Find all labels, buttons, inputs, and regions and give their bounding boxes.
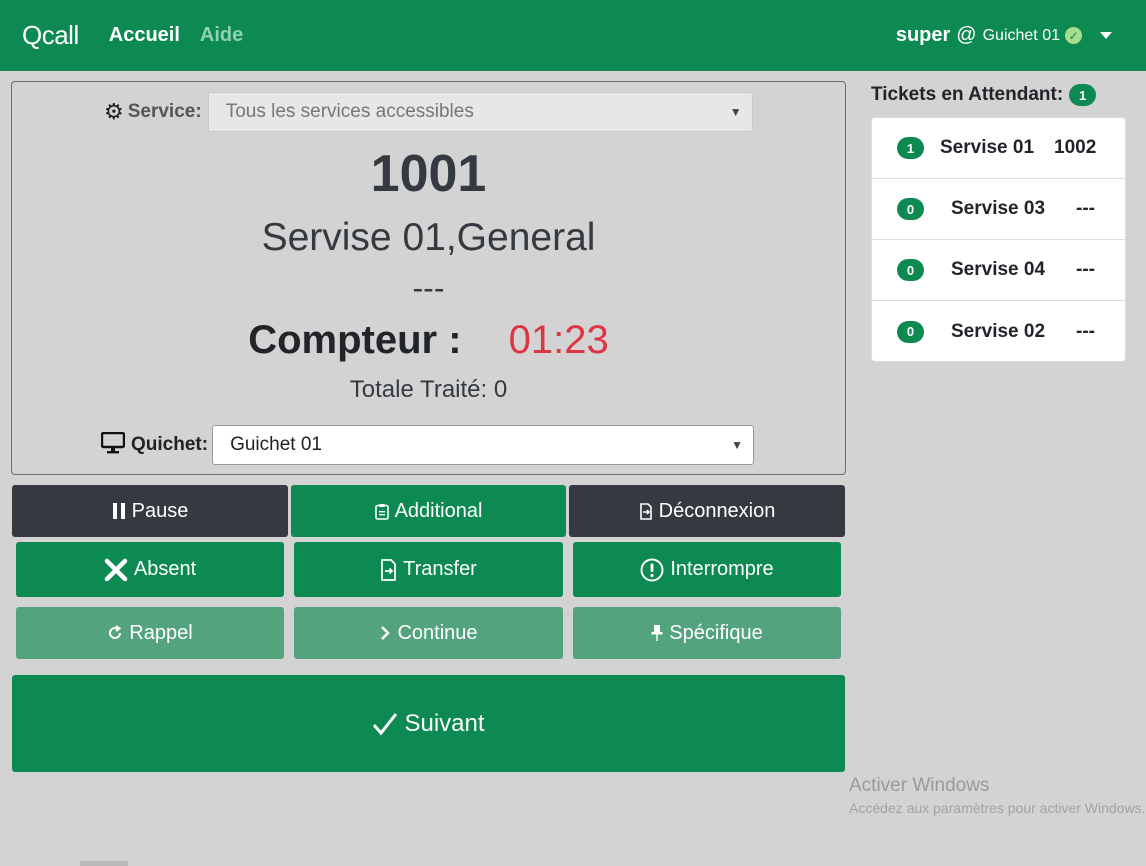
additional-button[interactable]: Additional [291,485,566,537]
absent-button[interactable]: Absent [16,542,284,597]
queue-count-badge: 0 [897,198,924,220]
current-ticket-service: Servise 01,General [261,216,596,259]
current-ticket-number: 1001 [370,145,487,203]
queue-count-badge: 0 [897,320,924,343]
chevron-right-icon [379,625,391,641]
queue-service-name: Servise 02 [951,320,1046,342]
pause-icon [112,503,126,519]
user-name: super [895,24,951,46]
nav-aide[interactable]: Aide [200,24,243,47]
interrompre-button[interactable]: Interrompre [573,542,841,597]
queue-item[interactable]: 0 Servise 03 --- [872,179,1125,240]
counter-value: 01:23 [508,318,609,362]
suivant-button-label: Suivant [404,709,485,737]
refresh-icon [107,625,123,641]
chevron-down-icon: ▼ [731,438,744,452]
additional-button-label: Additional [394,499,483,522]
queue-count-badge: 1 [897,137,924,159]
check-icon [372,712,398,736]
pause-button-label: Pause [131,499,189,522]
ticket-panel: ⚙ Service: Tous les services accessibles… [11,81,846,475]
file-export-icon [639,502,653,520]
queue-service-name: Servise 03 [951,198,1046,219]
monitor-icon [100,431,126,459]
service-row: ⚙ Service: Tous les services accessibles… [104,92,753,132]
queue-item[interactable]: 1 Servise 01 1002 [872,118,1125,179]
user-menu[interactable]: super @ Guichet 01 ✓ [896,24,1112,47]
totale-traite: Totale Traité: 0 [349,376,508,403]
queue-service-name: Servise 04 [951,259,1046,280]
queue-service-name: Servise 01 [940,137,1035,158]
bottom-tab-indicator [80,861,128,866]
pause-button[interactable]: Pause [12,485,288,537]
quichet-label: Quichet: [131,434,209,455]
activation-watermark-title: Activer Windows [849,775,990,796]
file-arrow-icon [380,558,397,581]
deconnexion-button-label: Déconnexion [658,499,776,522]
queue-list: 1 Servise 01 1002 0 Servise 03 --- 0 Ser… [871,117,1126,362]
absent-button-label: Absent [133,558,197,580]
user-at: @ [956,24,977,46]
chevron-down-icon: ▼ [729,105,742,119]
queue-ticket: --- [1076,198,1095,219]
caret-down-icon[interactable] [1100,32,1112,39]
check-icon: ✓ [1065,27,1082,44]
queue-ticket: --- [1076,320,1095,342]
rappel-button-label: Rappel [129,621,193,644]
specifique-button-label: Spécifique [669,621,763,644]
service-label: Service: [127,101,202,122]
queue-ticket: --- [1076,259,1095,280]
service-select: Tous les services accessibles ▼ [207,92,753,132]
nav-accueil[interactable]: Accueil [109,24,180,47]
x-icon [104,558,128,582]
activation-watermark-subtitle: Accédez aux paramètres pour activer Wind… [849,800,1146,816]
continue-button[interactable]: Continue [294,607,563,659]
quichet-row: Quichet: Guichet 01 ▼ [100,425,755,465]
rappel-button[interactable]: Rappel [16,607,284,659]
queue-count-badge: 0 [897,259,924,281]
clipboard-icon [374,503,389,520]
counter-label: Compteur : [248,318,462,362]
counter-row: Compteur : 01:23 [12,318,845,363]
waiting-title: Tickets en Attendant: [871,84,1064,105]
queue-item[interactable]: 0 Servise 04 --- [872,240,1125,301]
interrompre-button-label: Interrompre [670,558,774,580]
navbar: Qcall Accueil Aide super @ Guichet 01 ✓ [0,0,1146,71]
quichet-select[interactable]: Guichet 01 ▼ [212,425,755,465]
gears-icon: ⚙ [104,99,124,124]
waiting-header: Tickets en Attendant: 1 [871,84,1097,106]
transfer-button[interactable]: Transfer [294,542,563,597]
queue-ticket: 1002 [1054,137,1097,158]
user-guichet: Guichet 01 [982,26,1060,44]
continue-button-label: Continue [397,621,478,644]
exclamation-circle-icon [640,558,664,582]
current-ticket-extra: --- [412,270,445,306]
quichet-select-value: Guichet 01 [230,434,322,455]
waiting-count-badge: 1 [1069,84,1097,106]
pin-icon [651,624,663,642]
specifique-button[interactable]: Spécifique [573,607,841,659]
deconnexion-button[interactable]: Déconnexion [569,485,845,537]
queue-item[interactable]: 0 Servise 02 --- [872,301,1125,362]
transfer-button-label: Transfer [403,558,477,580]
brand-logo[interactable]: Qcall [22,20,79,51]
suivant-button[interactable]: Suivant [12,675,845,772]
service-select-value: Tous les services accessibles [225,101,474,122]
